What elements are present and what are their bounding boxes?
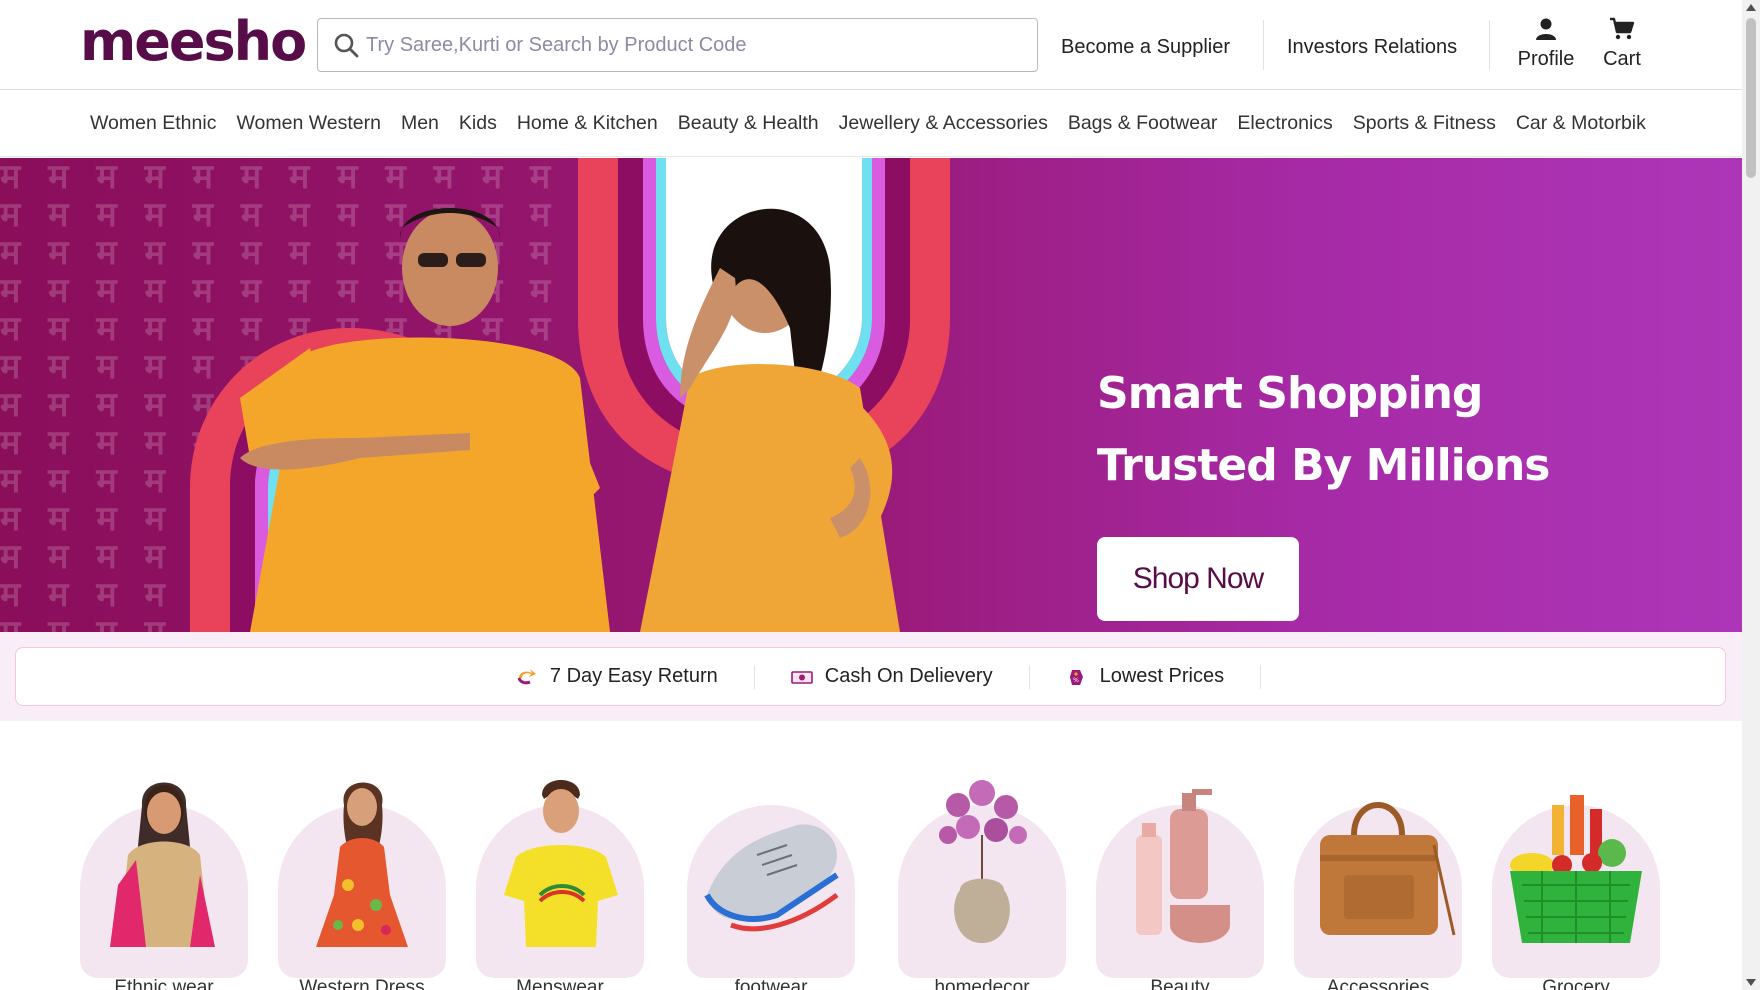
tile-label: Menswear	[516, 977, 604, 990]
price-tag-icon: %	[1069, 669, 1083, 685]
banner-headline-line2: Trusted By Millions	[1097, 440, 1550, 491]
usp-item-easy-return: 7 Day Easy Return	[480, 664, 755, 689]
scroll-up-arrow-icon[interactable]	[1746, 4, 1756, 11]
nav-item-kids[interactable]: Kids	[459, 112, 497, 135]
meesho-logo[interactable]: meesho	[80, 12, 307, 72]
investors-relations-link[interactable]: Investors Relations	[1287, 30, 1457, 64]
nav-item-electronics[interactable]: Electronics	[1237, 112, 1332, 135]
nav-item-women-western[interactable]: Women Western	[236, 112, 381, 135]
tile-label: Western Dress	[299, 977, 425, 990]
footwear-image	[704, 824, 839, 932]
nav-item-sports-fitness[interactable]: Sports & Fitness	[1353, 112, 1496, 135]
accessories-image	[1320, 802, 1456, 936]
nav-item-women-ethnic[interactable]: Women Ethnic	[90, 112, 216, 135]
tile-label: homedecor	[934, 977, 1030, 990]
svg-text:%: %	[1073, 677, 1079, 684]
beauty-image	[1136, 789, 1230, 943]
western-dress-image	[316, 782, 408, 947]
scrollbar-thumb[interactable]	[1746, 18, 1756, 178]
nav-item-men[interactable]: Men	[401, 112, 439, 135]
usp-label: Lowest Prices	[1099, 665, 1225, 687]
scroll-down-arrow-icon[interactable]	[1746, 979, 1756, 986]
user-icon	[1506, 14, 1586, 44]
cart-button[interactable]: Cart	[1582, 14, 1662, 71]
nav-item-car-motorbike[interactable]: Car & Motorbik	[1516, 112, 1646, 135]
search-input[interactable]: Try Saree,Kurti or Search by Product Cod…	[317, 18, 1038, 72]
ethnic-wear-image	[110, 782, 215, 947]
grocery-image	[1510, 795, 1642, 943]
homedecor-image	[939, 780, 1027, 943]
banner-headline-line1: Smart Shopping	[1097, 368, 1483, 419]
search-placeholder: Try Saree,Kurti or Search by Product Cod…	[366, 33, 747, 56]
header-divider	[1263, 20, 1264, 70]
usp-label: 7 Day Easy Return	[549, 665, 718, 687]
site-header: meesho Try Saree,Kurti or Search by Prod…	[0, 0, 1742, 90]
page-scrollbar[interactable]	[1742, 0, 1760, 990]
nav-item-home-kitchen[interactable]: Home & Kitchen	[517, 112, 658, 135]
tile-label: footwear	[734, 977, 808, 990]
search-icon	[332, 31, 360, 59]
usp-label: Cash On Delievery	[824, 665, 993, 687]
profile-label: Profile	[1517, 48, 1575, 70]
tile-label: Grocery	[1542, 977, 1610, 990]
hero-banner: म म म म म म म म म म म म म म म म म म म म …	[0, 158, 1742, 632]
profile-button[interactable]: Profile	[1506, 14, 1586, 71]
header-divider	[1489, 20, 1490, 70]
become-supplier-link[interactable]: Become a Supplier	[1061, 30, 1230, 64]
return-icon	[517, 668, 536, 684]
usp-item-lowest-prices: % Lowest Prices	[1030, 664, 1262, 689]
shop-now-button[interactable]: Shop Now	[1097, 537, 1299, 621]
category-nav: Women Ethnic Women Western Men Kids Home…	[0, 91, 1742, 157]
nav-item-beauty-health[interactable]: Beauty & Health	[678, 112, 819, 135]
cash-icon	[790, 670, 813, 684]
cart-icon	[1582, 14, 1662, 44]
menswear-image	[504, 780, 618, 947]
nav-item-bags-footwear[interactable]: Bags & Footwear	[1068, 112, 1218, 135]
cart-label: Cart	[1603, 48, 1641, 70]
tile-label: Beauty	[1150, 977, 1210, 990]
usp-item-cash-on-delivery: Cash On Delievery	[755, 664, 1030, 689]
nav-item-jewellery-accessories[interactable]: Jewellery & Accessories	[839, 112, 1048, 135]
usp-strip: 7 Day Easy Return Cash On Delievery % Lo…	[15, 647, 1726, 706]
tile-label: Ethnic wear	[114, 977, 214, 990]
tile-label: Accessories	[1326, 977, 1430, 990]
